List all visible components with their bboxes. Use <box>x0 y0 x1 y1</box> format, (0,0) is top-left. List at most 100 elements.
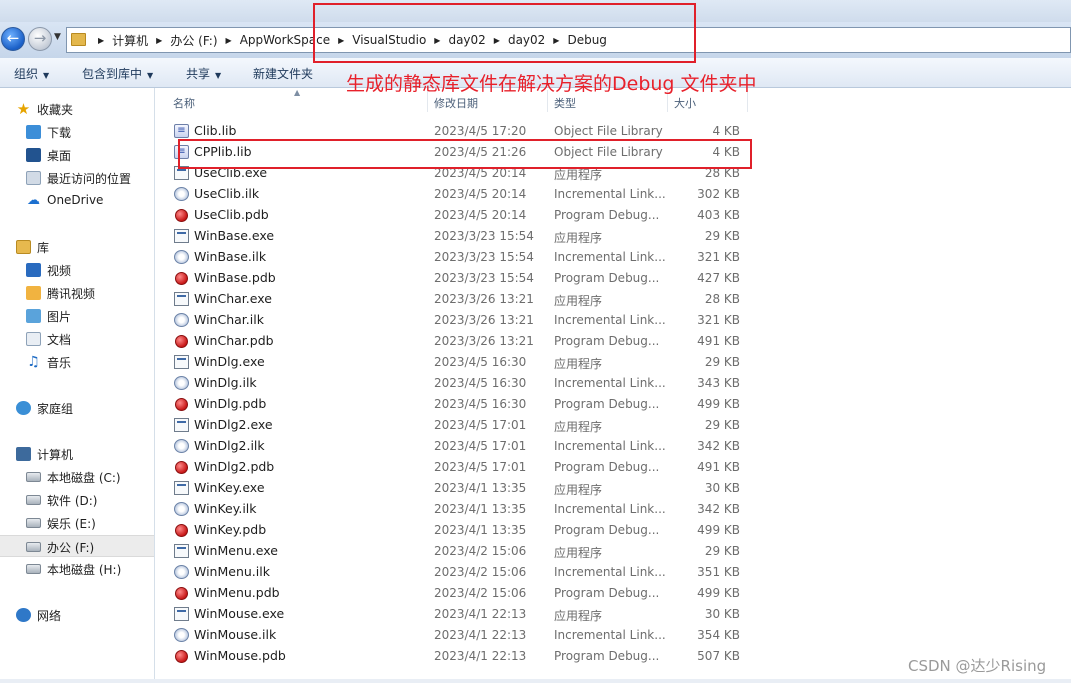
file-type: Program Debug... <box>554 586 660 600</box>
breadcrumb-segment[interactable]: 计算机 <box>111 32 149 49</box>
drive-icon <box>26 495 41 505</box>
file-row[interactable]: WinChar.exe 2023/3/26 13:21 应用程序 28 KB <box>156 289 756 310</box>
sidebar-item-onedrive[interactable]: ☁ OneDrive <box>0 190 154 212</box>
file-date-modified: 2023/4/2 15:06 <box>434 565 527 579</box>
new-folder-button[interactable]: 新建文件夹 <box>253 65 313 82</box>
ilk-file-icon <box>174 565 189 579</box>
sidebar-item-label: 下载 <box>47 126 72 140</box>
file-name: WinDlg2.ilk <box>194 438 265 453</box>
file-size: 342 KB <box>697 439 740 453</box>
file-row[interactable]: WinMenu.pdb 2023/4/2 15:06 Program Debug..… <box>156 583 756 604</box>
sidebar-item-label: 办公 (F:) <box>47 541 95 555</box>
share-label: 共享 <box>186 67 211 81</box>
desktop-icon <box>26 148 41 162</box>
breadcrumb-segment[interactable]: 办公 (F:) <box>169 32 218 49</box>
file-type: Incremental Link... <box>554 376 666 390</box>
sidebar-item-drive-h[interactable]: 本地磁盘 (H:) <box>0 558 154 580</box>
file-type: Program Debug... <box>554 334 660 348</box>
annotation-text: 生成的静态库文件在解决方案的Debug 文件夹中 <box>346 73 757 95</box>
forward-arrow-icon[interactable]: → <box>28 27 52 51</box>
file-row[interactable]: UseClib.ilk 2023/4/5 20:14 Incremental Lin… <box>156 184 756 205</box>
ilk-file-icon <box>174 187 189 201</box>
sidebar-item-pictures[interactable]: 图片 <box>0 305 154 327</box>
sidebar-item-computer[interactable]: 计算机 <box>0 443 154 465</box>
file-size: 499 KB <box>697 397 740 411</box>
file-row[interactable]: WinMouse.ilk 2023/4/1 22:13 Incremental Li… <box>156 625 756 646</box>
sidebar-item-desktop[interactable]: 桌面 <box>0 144 154 166</box>
sidebar-item-documents[interactable]: 文档 <box>0 328 154 350</box>
file-row[interactable]: WinBase.pdb 2023/3/23 15:54 Program Debug.… <box>156 268 756 289</box>
file-row[interactable]: WinChar.pdb 2023/3/26 13:21 Program Debug.… <box>156 331 756 352</box>
breadcrumb-separator-icon[interactable]: ▶ <box>156 36 162 45</box>
breadcrumb-separator-icon[interactable]: ▶ <box>98 36 104 45</box>
sidebar-item-videos[interactable]: 视频 <box>0 259 154 281</box>
sidebar-item-recent-places[interactable]: 最近访问的位置 <box>0 167 154 189</box>
sidebar-item-drive-c[interactable]: 本地磁盘 (C:) <box>0 466 154 488</box>
sidebar-item-homegroup[interactable]: 家庭组 <box>0 397 154 419</box>
file-row[interactable]: WinDlg.exe 2023/4/5 16:30 应用程序 29 KB <box>156 352 756 373</box>
file-date-modified: 2023/4/1 22:13 <box>434 649 527 663</box>
include-in-library-button[interactable]: 包含到库中 ▼ <box>82 65 153 82</box>
file-name: WinBase.pdb <box>194 270 276 285</box>
sidebar-item-drive-f[interactable]: 办公 (F:) <box>0 535 154 557</box>
share-button[interactable]: 共享 ▼ <box>186 65 221 82</box>
file-name: WinMouse.ilk <box>194 627 277 642</box>
file-size: 30 KB <box>704 481 740 495</box>
sidebar-item-drive-e[interactable]: 娱乐 (E:) <box>0 512 154 534</box>
file-row[interactable]: WinBase.exe 2023/3/23 15:54 应用程序 29 KB <box>156 226 756 247</box>
sidebar-item-tencent-video[interactable]: 腾讯视频 <box>0 282 154 304</box>
column-header-type[interactable]: 类型 <box>554 95 576 111</box>
organize-button[interactable]: 组织 ▼ <box>14 65 49 82</box>
sidebar-item-label: 家庭组 <box>37 402 74 416</box>
sidebar-item-label: 本地磁盘 (C:) <box>47 471 121 485</box>
sidebar-item-music[interactable]: ♫ 音乐 <box>0 351 154 373</box>
file-row[interactable]: WinKey.exe 2023/4/1 13:35 应用程序 30 KB <box>156 478 756 499</box>
sidebar-item-label: 桌面 <box>47 149 72 163</box>
back-arrow-icon[interactable]: ← <box>1 27 25 51</box>
file-row[interactable]: WinDlg2.exe 2023/4/5 17:01 应用程序 29 KB <box>156 415 756 436</box>
sidebar-item-libraries[interactable]: 库 <box>0 236 154 258</box>
file-row[interactable]: WinKey.pdb 2023/4/1 13:35 Program Debug...… <box>156 520 756 541</box>
file-date-modified: 2023/4/5 20:14 <box>434 208 527 222</box>
documents-icon <box>26 332 41 346</box>
sidebar-item-downloads[interactable]: 下载 <box>0 121 154 143</box>
breadcrumb-separator-icon[interactable]: ▶ <box>226 36 232 45</box>
onedrive-icon: ☁ <box>27 193 40 208</box>
file-date-modified: 2023/3/26 13:21 <box>434 313 534 327</box>
column-header-date-modified[interactable]: 修改日期 <box>434 95 478 111</box>
folder-icon <box>71 33 86 46</box>
recent-pages-chevron-icon[interactable]: ▼ <box>54 32 61 42</box>
column-header-name[interactable]: 名称 <box>173 95 195 111</box>
sidebar-item-network[interactable]: 网络 <box>0 604 154 626</box>
file-size: 354 KB <box>697 628 740 642</box>
file-name: WinChar.ilk <box>194 312 264 327</box>
file-row[interactable]: WinDlg2.pdb 2023/4/5 17:01 Program Debug..… <box>156 457 756 478</box>
file-row[interactable]: WinMenu.exe 2023/4/2 15:06 应用程序 29 KB <box>156 541 756 562</box>
sidebar-item-drive-d[interactable]: 软件 (D:) <box>0 489 154 511</box>
file-row[interactable]: UseClib.pdb 2023/4/5 20:14 Program Debug..… <box>156 205 756 226</box>
column-header-size[interactable]: 大小 <box>674 95 696 111</box>
file-date-modified: 2023/3/26 13:21 <box>434 292 534 306</box>
file-list-pane: ▲ 名称 修改日期 类型 大小 ≡ Clib.lib 2023/4/5 17:20 O… <box>156 88 1071 683</box>
pdb-file-icon <box>175 272 188 285</box>
file-row[interactable]: WinDlg.ilk 2023/4/5 16:30 Incremental Link… <box>156 373 756 394</box>
file-type: 应用程序 <box>554 546 603 560</box>
file-row[interactable]: WinKey.ilk 2023/4/1 13:35 Incremental Link… <box>156 499 756 520</box>
file-type: Incremental Link... <box>554 313 666 327</box>
drive-icon <box>26 542 41 552</box>
pdb-file-icon <box>175 650 188 663</box>
recent-places-icon <box>26 171 41 185</box>
sidebar-item-label: 本地磁盘 (H:) <box>47 563 122 577</box>
file-name: WinDlg2.pdb <box>194 459 275 474</box>
file-name: WinKey.ilk <box>194 501 257 516</box>
file-row[interactable]: WinDlg.pdb 2023/4/5 16:30 Program Debug...… <box>156 394 756 415</box>
file-row[interactable]: WinMenu.ilk 2023/4/2 15:06 Incremental Lin… <box>156 562 756 583</box>
file-row[interactable]: WinMouse.pdb 2023/4/1 22:13 Program Debug.… <box>156 646 756 667</box>
file-row[interactable]: WinBase.ilk 2023/3/23 15:54 Incremental Li… <box>156 247 756 268</box>
file-row[interactable]: WinChar.ilk 2023/3/26 13:21 Incremental Li… <box>156 310 756 331</box>
file-row[interactable]: WinMouse.exe 2023/4/1 22:13 应用程序 30 KB <box>156 604 756 625</box>
sort-ascending-icon: ▲ <box>294 88 301 97</box>
sidebar-item-favorites[interactable]: ★ 收藏夹 <box>0 98 154 120</box>
file-size: 30 KB <box>704 607 740 621</box>
file-row[interactable]: WinDlg2.ilk 2023/4/5 17:01 Incremental Lin… <box>156 436 756 457</box>
